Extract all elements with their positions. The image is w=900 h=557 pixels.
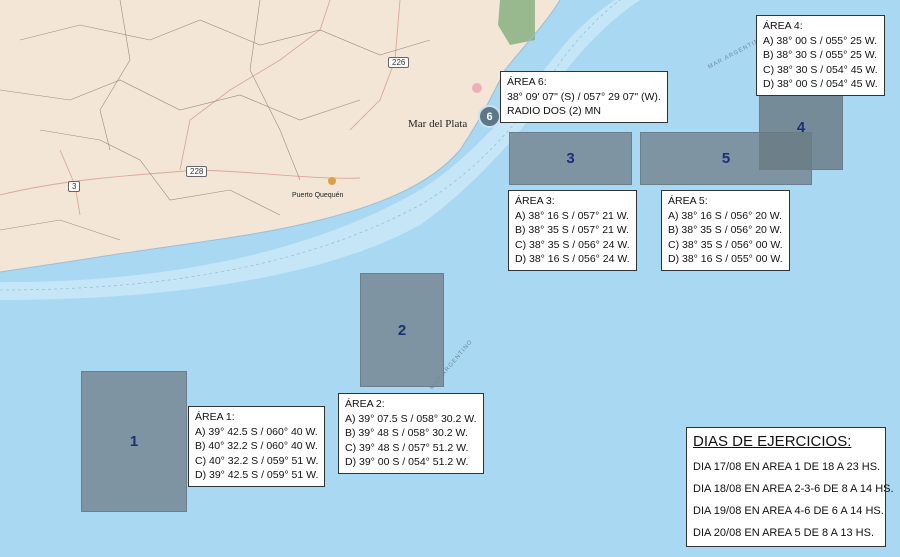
coord-c: C) 38° 30 S / 054° 45 W.	[763, 63, 878, 76]
area-2-info: ÁREA 2: A) 39° 07.5 S / 058° 30.2 W. B) …	[338, 393, 484, 474]
city-marker	[472, 83, 482, 93]
schedule-row: DIA 19/08 EN AREA 4-6 DE 6 A 14 HS.	[693, 505, 884, 517]
exercise-area-1: 1	[81, 371, 187, 512]
coord-b: B) 38° 35 S / 057° 21 W.	[515, 224, 630, 236]
coord-c: C) 40° 32.2 S / 059° 51 W.	[195, 454, 319, 467]
exercise-area-2: 2	[360, 273, 444, 387]
coord-a: A) 38° 16 S / 056° 20 W.	[668, 209, 783, 222]
coord-b: B) 38° 30 S / 055° 25 W.	[763, 49, 878, 61]
coord-d: D) 38° 00 S / 054° 45 W.	[763, 78, 878, 90]
city-label: Mar del Plata	[408, 118, 468, 130]
schedule-title: DIAS DE EJERCICIOS:	[693, 433, 852, 450]
area-number: 3	[566, 150, 575, 167]
area-1-info: ÁREA 1: A) 39° 42.5 S / 060° 40 W. B) 40…	[188, 406, 326, 487]
coord-d: D) 38° 16 S / 055° 00 W.	[668, 253, 783, 265]
schedule-row: DIA 20/08 EN AREA 5 DE 8 A 13 HS.	[693, 527, 874, 539]
area-6-marker: 6	[478, 105, 501, 128]
area-title: ÁREA 3:	[515, 195, 555, 207]
area-title: ÁREA 4:	[763, 20, 803, 32]
port-label: Puerto Quequén	[292, 192, 344, 199]
exercise-area-4: 4	[759, 90, 843, 170]
area-4-info: ÁREA 4: A) 38° 00 S / 055° 25 W. B) 38° …	[756, 15, 885, 96]
area-title: ÁREA 6:	[507, 76, 547, 88]
coord-d: D) 39° 00 S / 054° 51.2 W.	[345, 456, 469, 468]
coord-c: C) 38° 35 S / 056° 24 W.	[515, 238, 630, 251]
coord-c: C) 39° 48 S / 057° 51.2 W.	[345, 441, 469, 454]
coord-a: A) 39° 07.5 S / 058° 30.2 W.	[345, 412, 477, 425]
area-6-info: ÁREA 6: 38° 09' 07" (S) / 057° 29 07" (W…	[500, 71, 668, 123]
coord-b: B) 40° 32.2 S / 060° 40 W.	[195, 440, 318, 452]
schedule-row: DIA 17/08 EN AREA 1 DE 18 A 23 HS.	[693, 461, 881, 473]
route-badge-228: 228	[186, 166, 208, 177]
coord-d: D) 39° 42.5 S / 059° 51 W.	[195, 469, 319, 481]
area-5-info: ÁREA 5: A) 38° 16 S / 056° 20 W. B) 38° …	[661, 190, 790, 271]
area-title: ÁREA 2:	[345, 398, 385, 410]
coord-a: A) 39° 42.5 S / 060° 40 W.	[195, 425, 318, 438]
area-number: 4	[796, 119, 806, 136]
area-3-info: ÁREA 3: A) 38° 16 S / 057° 21 W. B) 38° …	[508, 190, 637, 271]
schedule-row: DIA 18/08 EN AREA 2-3-6 DE 8 A 14 HS.	[693, 483, 894, 495]
exercise-schedule: DIAS DE EJERCICIOS: DIA 17/08 EN AREA 1 …	[686, 427, 894, 547]
coord-a: A) 38° 16 S / 057° 21 W.	[515, 209, 630, 222]
coord-d: D) 38° 16 S / 056° 24 W.	[515, 253, 630, 265]
coord-c: C) 38° 35 S / 056° 00 W.	[668, 238, 783, 251]
coord-b: B) 39° 48 S / 058° 30.2 W.	[345, 427, 468, 439]
area-title: ÁREA 5:	[668, 195, 708, 207]
port-marker	[328, 177, 336, 185]
radius: RADIO DOS (2) MN	[507, 105, 601, 117]
area-title: ÁREA 1:	[195, 411, 235, 423]
area-number: 5	[721, 150, 731, 167]
coord-a: A) 38° 00 S / 055° 25 W.	[763, 34, 878, 47]
route-badge-3: 3	[68, 181, 81, 192]
area-number: 2	[397, 321, 407, 339]
route-badge-226: 226	[388, 57, 410, 68]
area-number: 1	[129, 433, 139, 450]
exercise-area-3: 3	[509, 132, 632, 185]
coord-b: B) 38° 35 S / 056° 20 W.	[668, 224, 783, 236]
coord-point: 38° 09' 07" (S) / 057° 29 07" (W).	[507, 90, 661, 103]
